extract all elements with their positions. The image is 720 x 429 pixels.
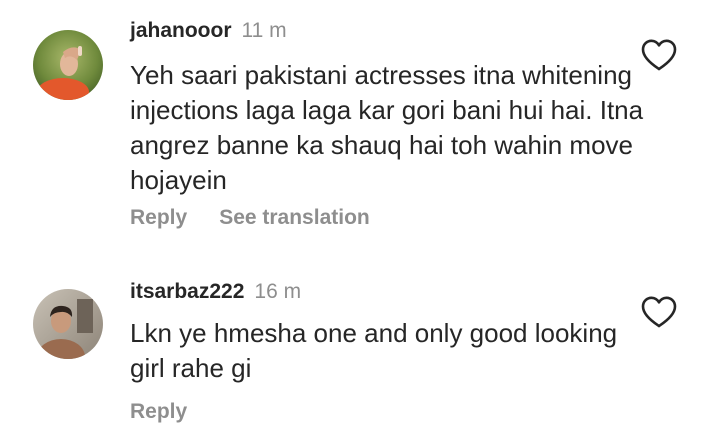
comment-meta: jahanooor 11 m bbox=[130, 18, 287, 44]
heart-outline-icon bbox=[641, 296, 677, 328]
comment-text: Yeh saari pakistani actresses itna white… bbox=[130, 60, 644, 195]
avatar[interactable] bbox=[33, 289, 103, 359]
avatar-image bbox=[33, 289, 103, 359]
comment-item: itsarbaz222 16 m Lkn ye hmesha one and on… bbox=[0, 262, 720, 429]
see-translation-button[interactable]: See translation bbox=[219, 206, 370, 229]
comment-actions: Reply See translation bbox=[130, 205, 370, 231]
heart-outline-icon bbox=[641, 39, 677, 71]
like-button[interactable] bbox=[640, 295, 678, 329]
timestamp: 16 m bbox=[254, 280, 302, 303]
username[interactable]: jahanooor bbox=[130, 19, 232, 42]
comment-item: jahanooor 11 m Yeh saari pakistani actres… bbox=[0, 0, 720, 250]
comment-meta: itsarbaz222 16 m bbox=[130, 279, 301, 305]
comment-actions: Reply bbox=[130, 399, 187, 425]
avatar-image bbox=[33, 30, 103, 100]
reply-button[interactable]: Reply bbox=[130, 206, 187, 229]
username[interactable]: itsarbaz222 bbox=[130, 280, 244, 303]
reply-button[interactable]: Reply bbox=[130, 400, 187, 423]
like-button[interactable] bbox=[640, 38, 678, 72]
comment-text: Lkn ye hmesha one and only good looking … bbox=[130, 318, 618, 383]
timestamp: 11 m bbox=[241, 19, 287, 42]
avatar[interactable] bbox=[33, 30, 103, 100]
